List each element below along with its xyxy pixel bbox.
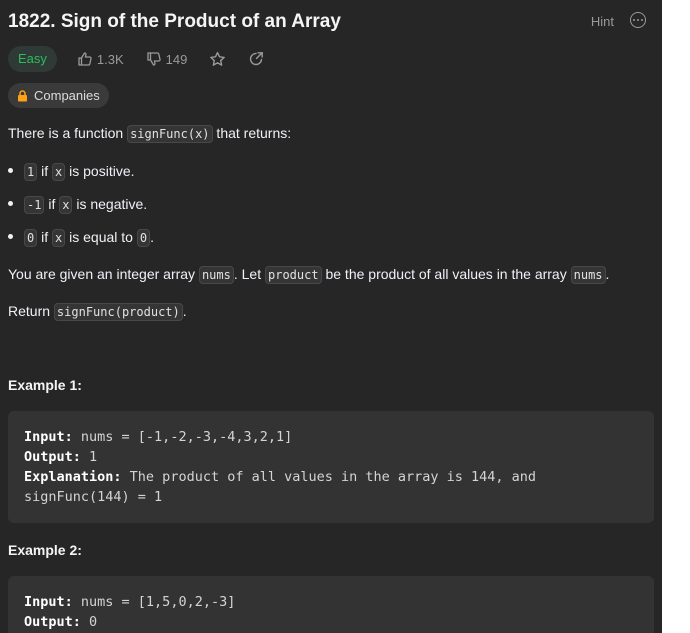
hint-button[interactable]: Hint bbox=[591, 12, 614, 32]
lock-icon bbox=[18, 89, 27, 101]
share-icon bbox=[250, 52, 264, 66]
page-gutter bbox=[662, 0, 690, 633]
bullet-dot bbox=[8, 201, 13, 206]
example-box: Input: nums = [1,5,0,2,-3] Output: 0 bbox=[8, 576, 654, 633]
example-explanation-cont: signFunc(144) = 1 bbox=[24, 489, 163, 505]
bullet-dot bbox=[8, 234, 13, 239]
given-text: You are given an integer array nums. Let… bbox=[8, 266, 610, 284]
favorite-button[interactable] bbox=[209, 51, 226, 68]
example-input: Input: nums = [-1,-2,-3,-4,3,2,1] bbox=[24, 429, 293, 445]
problem-title[interactable]: 1822. Sign of the Product of an Array bbox=[8, 10, 650, 34]
problem-meta-row: Easy 1.3K 149 bbox=[8, 46, 286, 72]
example-input: Input: nums = [1,5,0,2,-3] bbox=[24, 594, 236, 610]
example-title: Example 2: bbox=[8, 542, 82, 558]
like-count: 1.3K bbox=[96, 51, 124, 67]
example-output: Output: 0 bbox=[24, 614, 98, 630]
example-title: Example 1: bbox=[8, 377, 82, 393]
intro-text: There is a function signFunc(x) that ret… bbox=[8, 125, 292, 143]
dislike-button[interactable]: 149 bbox=[146, 51, 188, 67]
companies-tag[interactable]: Companies bbox=[8, 83, 109, 108]
companies-label: Companies bbox=[34, 88, 100, 103]
example-output: Output: 1 bbox=[24, 449, 98, 465]
bullet-item: -1 if x is negative. bbox=[24, 193, 147, 216]
like-button[interactable]: 1.3K bbox=[77, 51, 124, 67]
difficulty-badge: Easy bbox=[8, 46, 57, 72]
return-text: Return signFunc(product). bbox=[8, 303, 187, 321]
thumbs-down-icon bbox=[147, 52, 161, 66]
share-button[interactable] bbox=[248, 51, 264, 67]
thumbs-up-icon bbox=[78, 52, 92, 66]
example-box: Input: nums = [-1,-2,-3,-4,3,2,1] Output… bbox=[8, 411, 654, 523]
more-options-icon[interactable] bbox=[630, 12, 646, 28]
problem-description-panel: 1822. Sign of the Product of an Array Hi… bbox=[0, 0, 662, 633]
bullet-item: 0 if x is equal to 0. bbox=[24, 226, 154, 249]
dislike-count: 149 bbox=[165, 51, 188, 67]
bullet-dot bbox=[8, 168, 13, 173]
bullet-item: 1 if x is positive. bbox=[24, 160, 135, 183]
title-row: 1822. Sign of the Product of an Array Hi… bbox=[8, 10, 650, 34]
star-icon bbox=[210, 51, 226, 66]
example-explanation: Explanation: The product of all values i… bbox=[24, 469, 537, 485]
inline-code: signFunc(x) bbox=[127, 125, 213, 143]
